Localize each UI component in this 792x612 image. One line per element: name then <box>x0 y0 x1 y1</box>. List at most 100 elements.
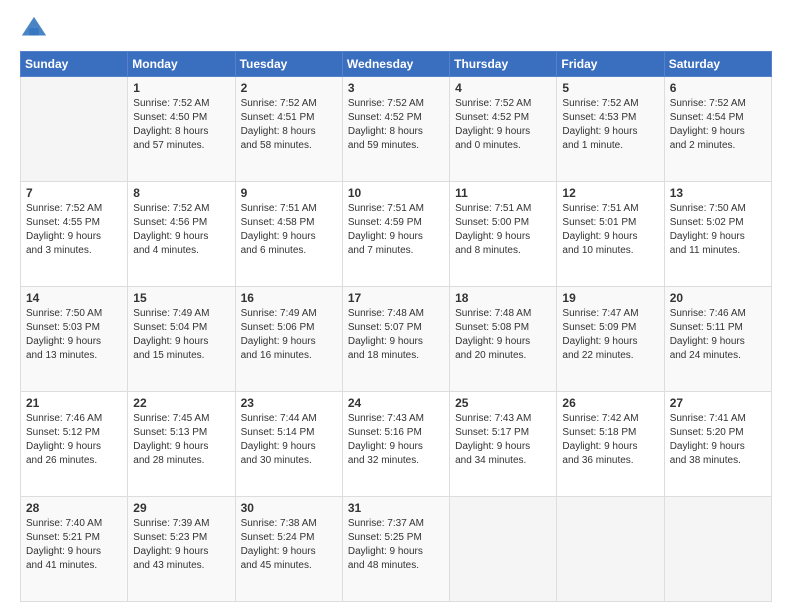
day-info: Sunrise: 7:45 AMSunset: 5:13 PMDaylight:… <box>133 412 229 468</box>
day-info: Sunrise: 7:47 AMSunset: 5:09 PMDaylight:… <box>562 307 658 363</box>
day-number: 25 <box>455 396 551 410</box>
calendar-cell: 24 Sunrise: 7:43 AMSunset: 5:16 PMDayligh… <box>342 392 449 497</box>
calendar-cell: 12 Sunrise: 7:51 AMSunset: 5:01 PMDayligh… <box>557 182 664 287</box>
day-info: Sunrise: 7:46 AMSunset: 5:11 PMDaylight:… <box>670 307 766 363</box>
calendar-week-row: 21 Sunrise: 7:46 AMSunset: 5:12 PMDayligh… <box>21 392 772 497</box>
day-number: 21 <box>26 396 122 410</box>
day-info: Sunrise: 7:49 AMSunset: 5:06 PMDaylight:… <box>241 307 337 363</box>
calendar-cell: 21 Sunrise: 7:46 AMSunset: 5:12 PMDayligh… <box>21 392 128 497</box>
calendar-cell: 20 Sunrise: 7:46 AMSunset: 5:11 PMDayligh… <box>664 287 771 392</box>
calendar-week-row: 1 Sunrise: 7:52 AMSunset: 4:50 PMDaylight… <box>21 77 772 182</box>
calendar-cell <box>450 497 557 602</box>
page: SundayMondayTuesdayWednesdayThursdayFrid… <box>0 0 792 612</box>
day-number: 18 <box>455 291 551 305</box>
calendar-body: 1 Sunrise: 7:52 AMSunset: 4:50 PMDaylight… <box>21 77 772 602</box>
calendar-cell: 8 Sunrise: 7:52 AMSunset: 4:56 PMDaylight… <box>128 182 235 287</box>
day-info: Sunrise: 7:52 AMSunset: 4:52 PMDaylight:… <box>348 97 444 153</box>
calendar-cell: 1 Sunrise: 7:52 AMSunset: 4:50 PMDaylight… <box>128 77 235 182</box>
calendar-week-row: 28Sunrise: 7:40 AMSunset: 5:21 PMDayligh… <box>21 497 772 602</box>
day-info: Sunrise: 7:50 AMSunset: 5:03 PMDaylight:… <box>26 307 122 363</box>
calendar-cell <box>664 497 771 602</box>
day-info: Sunrise: 7:48 AMSunset: 5:08 PMDaylight:… <box>455 307 551 363</box>
calendar-cell: 17 Sunrise: 7:48 AMSunset: 5:07 PMDayligh… <box>342 287 449 392</box>
day-info: Sunrise: 7:52 AMSunset: 4:56 PMDaylight:… <box>133 202 229 258</box>
day-number: 15 <box>133 291 229 305</box>
calendar-cell: 29 Sunrise: 7:39 AMSunset: 5:23 PMDayligh… <box>128 497 235 602</box>
day-number: 17 <box>348 291 444 305</box>
day-info: Sunrise: 7:39 AMSunset: 5:23 PMDaylight:… <box>133 517 229 573</box>
day-number: 7 <box>26 186 122 200</box>
day-number: 11 <box>455 186 551 200</box>
day-number: 29 <box>133 501 229 515</box>
calendar-cell: 18 Sunrise: 7:48 AMSunset: 5:08 PMDayligh… <box>450 287 557 392</box>
calendar-table: SundayMondayTuesdayWednesdayThursdayFrid… <box>20 51 772 602</box>
day-info: Sunrise: 7:51 AMSunset: 5:00 PMDaylight:… <box>455 202 551 258</box>
day-info: Sunrise: 7:52 AMSunset: 4:50 PMDaylight:… <box>133 97 229 153</box>
day-info: Sunrise: 7:52 AMSunset: 4:52 PMDaylight:… <box>455 97 551 153</box>
day-info: Sunrise: 7:43 AMSunset: 5:16 PMDaylight:… <box>348 412 444 468</box>
day-number: 6 <box>670 81 766 95</box>
calendar-cell: 27 Sunrise: 7:41 AMSunset: 5:20 PMDayligh… <box>664 392 771 497</box>
calendar-cell: 26Sunrise: 7:42 AMSunset: 5:18 PMDayligh… <box>557 392 664 497</box>
calendar-cell: 15Sunrise: 7:49 AMSunset: 5:04 PMDayligh… <box>128 287 235 392</box>
calendar-cell: 23 Sunrise: 7:44 AMSunset: 5:14 PMDayligh… <box>235 392 342 497</box>
day-info: Sunrise: 7:52 AMSunset: 4:53 PMDaylight:… <box>562 97 658 153</box>
weekday-header-row: SundayMondayTuesdayWednesdayThursdayFrid… <box>21 52 772 77</box>
day-number: 30 <box>241 501 337 515</box>
calendar-cell: 3 Sunrise: 7:52 AMSunset: 4:52 PMDaylight… <box>342 77 449 182</box>
day-info: Sunrise: 7:48 AMSunset: 5:07 PMDaylight:… <box>348 307 444 363</box>
day-number: 10 <box>348 186 444 200</box>
day-info: Sunrise: 7:51 AMSunset: 5:01 PMDaylight:… <box>562 202 658 258</box>
calendar-cell: 7 Sunrise: 7:52 AMSunset: 4:55 PMDaylight… <box>21 182 128 287</box>
calendar-cell <box>21 77 128 182</box>
day-number: 12 <box>562 186 658 200</box>
day-number: 4 <box>455 81 551 95</box>
day-number: 14 <box>26 291 122 305</box>
calendar-cell: 14 Sunrise: 7:50 AMSunset: 5:03 PMDayligh… <box>21 287 128 392</box>
weekday-header-sunday: Sunday <box>21 52 128 77</box>
calendar-cell: 19 Sunrise: 7:47 AMSunset: 5:09 PMDayligh… <box>557 287 664 392</box>
logo-icon <box>20 15 48 43</box>
day-info: Sunrise: 7:37 AMSunset: 5:25 PMDaylight:… <box>348 517 444 573</box>
calendar-cell <box>557 497 664 602</box>
day-number: 20 <box>670 291 766 305</box>
day-number: 5 <box>562 81 658 95</box>
calendar-cell: 9Sunrise: 7:51 AMSunset: 4:58 PMDaylight… <box>235 182 342 287</box>
weekday-header-tuesday: Tuesday <box>235 52 342 77</box>
weekday-header-monday: Monday <box>128 52 235 77</box>
day-info: Sunrise: 7:44 AMSunset: 5:14 PMDaylight:… <box>241 412 337 468</box>
day-info: Sunrise: 7:52 AMSunset: 4:51 PMDaylight:… <box>241 97 337 153</box>
day-number: 8 <box>133 186 229 200</box>
day-number: 1 <box>133 81 229 95</box>
day-number: 31 <box>348 501 444 515</box>
calendar-cell: 11 Sunrise: 7:51 AMSunset: 5:00 PMDayligh… <box>450 182 557 287</box>
calendar-cell: 6Sunrise: 7:52 AMSunset: 4:54 PMDaylight… <box>664 77 771 182</box>
day-number: 9 <box>241 186 337 200</box>
day-number: 28 <box>26 501 122 515</box>
day-number: 23 <box>241 396 337 410</box>
day-info: Sunrise: 7:50 AMSunset: 5:02 PMDaylight:… <box>670 202 766 258</box>
weekday-header-wednesday: Wednesday <box>342 52 449 77</box>
calendar-cell: 16 Sunrise: 7:49 AMSunset: 5:06 PMDayligh… <box>235 287 342 392</box>
day-number: 13 <box>670 186 766 200</box>
day-number: 24 <box>348 396 444 410</box>
calendar-cell: 4 Sunrise: 7:52 AMSunset: 4:52 PMDaylight… <box>450 77 557 182</box>
day-number: 16 <box>241 291 337 305</box>
day-info: Sunrise: 7:51 AMSunset: 4:59 PMDaylight:… <box>348 202 444 258</box>
calendar-cell: 22 Sunrise: 7:45 AMSunset: 5:13 PMDayligh… <box>128 392 235 497</box>
calendar-cell: 2 Sunrise: 7:52 AMSunset: 4:51 PMDaylight… <box>235 77 342 182</box>
weekday-header-friday: Friday <box>557 52 664 77</box>
calendar-header: SundayMondayTuesdayWednesdayThursdayFrid… <box>21 52 772 77</box>
calendar-week-row: 14 Sunrise: 7:50 AMSunset: 5:03 PMDayligh… <box>21 287 772 392</box>
day-info: Sunrise: 7:41 AMSunset: 5:20 PMDaylight:… <box>670 412 766 468</box>
day-info: Sunrise: 7:46 AMSunset: 5:12 PMDaylight:… <box>26 412 122 468</box>
weekday-header-saturday: Saturday <box>664 52 771 77</box>
calendar-cell: 25Sunrise: 7:43 AMSunset: 5:17 PMDayligh… <box>450 392 557 497</box>
day-number: 19 <box>562 291 658 305</box>
day-number: 3 <box>348 81 444 95</box>
calendar-cell: 30Sunrise: 7:38 AMSunset: 5:24 PMDayligh… <box>235 497 342 602</box>
day-number: 2 <box>241 81 337 95</box>
day-number: 22 <box>133 396 229 410</box>
day-number: 27 <box>670 396 766 410</box>
day-info: Sunrise: 7:52 AMSunset: 4:55 PMDaylight:… <box>26 202 122 258</box>
